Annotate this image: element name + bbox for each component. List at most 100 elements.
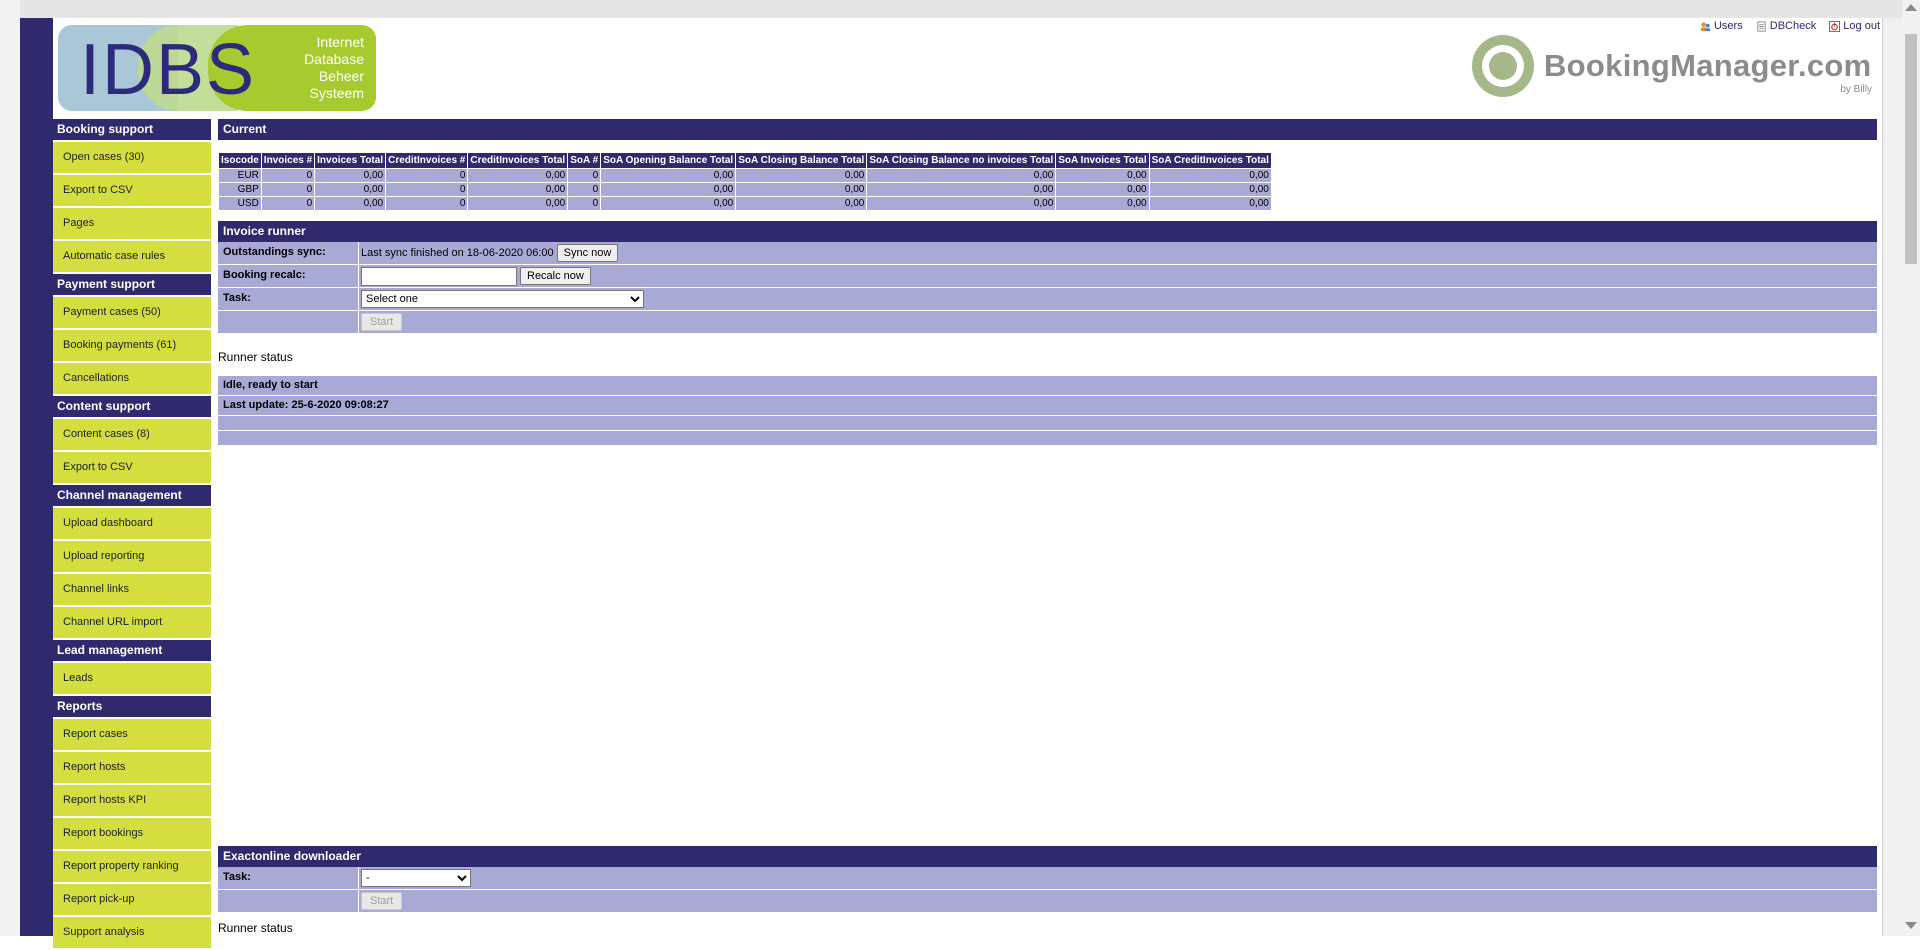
cell-isocode: EUR bbox=[218, 168, 262, 183]
cell: 0,00 bbox=[467, 168, 569, 183]
cell: 0,00 bbox=[735, 196, 868, 211]
booking-recalc-label: Booking recalc: bbox=[218, 265, 359, 287]
booking-recalc-row: Booking recalc: Recalc now bbox=[218, 265, 1877, 288]
page-left-border bbox=[20, 18, 53, 936]
sidebar-item-leads[interactable]: Leads bbox=[53, 663, 211, 694]
sidebar-heading-reports: Reports bbox=[53, 696, 211, 717]
cell: 0 bbox=[567, 168, 602, 183]
bookingmanager-logo: BookingManager.com by Billy bbox=[1472, 35, 1882, 105]
exact-start-button[interactable]: Start bbox=[361, 892, 403, 910]
start-row: Start bbox=[218, 311, 1877, 334]
bookingmanager-emblem-icon bbox=[1472, 35, 1534, 97]
task-row: Task: Select one bbox=[218, 288, 1877, 311]
task-label: Task: bbox=[218, 288, 359, 310]
col-soa-opening-balance: SoA Opening Balance Total bbox=[600, 152, 737, 169]
outstandings-sync-row: Outstandings sync: Last sync finished on… bbox=[218, 242, 1877, 265]
cell: 0,00 bbox=[735, 182, 868, 197]
sidebar-item-report-property-ranking[interactable]: Report property ranking bbox=[53, 851, 211, 882]
sidebar-item-report-pick-up[interactable]: Report pick-up bbox=[53, 884, 211, 915]
sidebar-item-booking-payments[interactable]: Booking payments (61) bbox=[53, 330, 211, 361]
col-creditinvoices-total: CreditInvoices Total bbox=[467, 152, 569, 169]
brand-by: by Billy bbox=[1840, 84, 1872, 95]
cell: 0,00 bbox=[467, 182, 569, 197]
cell: 0 bbox=[385, 196, 469, 211]
sidebar-item-pages[interactable]: Pages bbox=[53, 208, 211, 239]
col-invoices-total: Invoices Total bbox=[314, 152, 387, 169]
col-isocode: Isocode bbox=[218, 152, 262, 169]
sidebar-item-export-csv[interactable]: Export to CSV bbox=[53, 175, 211, 206]
cell: 0,00 bbox=[1055, 182, 1150, 197]
cell: 0,00 bbox=[866, 196, 1057, 211]
sidebar-item-upload-dashboard[interactable]: Upload dashboard bbox=[53, 508, 211, 539]
sidebar-item-upload-reporting[interactable]: Upload reporting bbox=[53, 541, 211, 572]
outstandings-sync-label: Outstandings sync: bbox=[218, 242, 359, 264]
power-icon bbox=[1829, 20, 1841, 32]
sidebar-heading-lead-management: Lead management bbox=[53, 640, 211, 661]
task-select[interactable]: Select one bbox=[361, 290, 644, 308]
sidebar-item-report-cases[interactable]: Report cases bbox=[53, 719, 211, 750]
sidebar: Booking support Open cases (30) Export t… bbox=[53, 119, 211, 950]
dbcheck-link[interactable]: DBCheck bbox=[1756, 20, 1816, 32]
sidebar-item-channel-url-import[interactable]: Channel URL import bbox=[53, 607, 211, 638]
invoice-runner-title: Invoice runner bbox=[218, 221, 1877, 242]
runner-status-title: Runner status bbox=[218, 350, 293, 364]
start-button[interactable]: Start bbox=[361, 313, 403, 331]
col-invoices-count: Invoices # bbox=[260, 152, 316, 169]
sidebar-item-open-cases[interactable]: Open cases (30) bbox=[53, 142, 211, 173]
exactonline-downloader-title: Exactonline downloader bbox=[218, 846, 1877, 867]
logout-link[interactable]: Log out bbox=[1829, 20, 1880, 32]
sidebar-heading-content-support: Content support bbox=[53, 396, 211, 417]
cell: 0,00 bbox=[314, 182, 387, 197]
cell-isocode: GBP bbox=[218, 182, 262, 197]
sidebar-item-payment-cases[interactable]: Payment cases (50) bbox=[53, 297, 211, 328]
idbs-logo[interactable]: IDBS Internet Database Beheer Systeem bbox=[58, 25, 376, 111]
users-link[interactable]: Users bbox=[1700, 20, 1743, 32]
runner-last-update: Last update: 25-6-2020 09:08:27 bbox=[218, 396, 1877, 416]
sidebar-item-content-export-csv[interactable]: Export to CSV bbox=[53, 452, 211, 483]
cell: 0,00 bbox=[1148, 196, 1272, 211]
cell: 0,00 bbox=[1148, 168, 1272, 183]
cell: 0 bbox=[385, 168, 469, 183]
sidebar-item-content-cases[interactable]: Content cases (8) bbox=[53, 419, 211, 450]
cell: 0,00 bbox=[314, 196, 387, 211]
document-icon bbox=[1757, 20, 1766, 32]
top-links: Users DBCheck Log out bbox=[1690, 20, 1880, 35]
sidebar-item-channel-links[interactable]: Channel links bbox=[53, 574, 211, 605]
empty-label bbox=[218, 311, 359, 333]
sidebar-heading-channel-management: Channel management bbox=[53, 485, 211, 506]
cell: 0 bbox=[567, 196, 602, 211]
booking-recalc-input[interactable] bbox=[361, 266, 517, 286]
scroll-down-arrow-icon[interactable] bbox=[1905, 922, 1917, 929]
current-table-header-row: Isocode Invoices # Invoices Total Credit… bbox=[218, 152, 1272, 169]
cell: 0,00 bbox=[600, 168, 737, 183]
exact-runner-status-title: Runner status bbox=[218, 921, 293, 935]
sidebar-item-support-analysis[interactable]: Support analysis bbox=[53, 917, 211, 948]
runner-status-line: Idle, ready to start bbox=[218, 376, 1877, 396]
sidebar-item-report-hosts-kpi[interactable]: Report hosts KPI bbox=[53, 785, 211, 816]
page-right-margin bbox=[1882, 18, 1903, 936]
table-row: GBP 0 0,00 0 0,00 0 0,00 0,00 0,00 0,00 … bbox=[218, 182, 1272, 197]
sync-now-button[interactable]: Sync now bbox=[556, 244, 619, 262]
sidebar-item-report-hosts[interactable]: Report hosts bbox=[53, 752, 211, 783]
brand-name: BookingManager.com bbox=[1544, 48, 1872, 83]
cell: 0 bbox=[385, 182, 469, 197]
sidebar-item-automatic-case-rules[interactable]: Automatic case rules bbox=[53, 241, 211, 272]
cell: 0,00 bbox=[735, 168, 868, 183]
sidebar-heading-booking-support: Booking support bbox=[53, 119, 211, 140]
exact-task-select[interactable]: - bbox=[361, 869, 471, 887]
sidebar-item-cancellations[interactable]: Cancellations bbox=[53, 363, 211, 394]
status-empty-row bbox=[218, 416, 1877, 431]
scrollbar-thumb[interactable] bbox=[1905, 34, 1917, 264]
cell: 0,00 bbox=[467, 196, 569, 211]
recalc-now-button[interactable]: Recalc now bbox=[520, 267, 591, 285]
browser-top-margin bbox=[0, 0, 1920, 18]
logo-tagline: Internet Database Beheer Systeem bbox=[304, 34, 364, 101]
main-content: Current Isocode Invoices # Invoices Tota… bbox=[218, 119, 1877, 947]
empty-label bbox=[218, 890, 359, 912]
scroll-up-arrow-icon[interactable] bbox=[1905, 4, 1917, 11]
last-sync-text: Last sync finished on 18-06-2020 06:00 bbox=[361, 247, 554, 259]
cell: 0,00 bbox=[1148, 182, 1272, 197]
table-row: EUR 0 0,00 0 0,00 0 0,00 0,00 0,00 0,00 … bbox=[218, 168, 1272, 183]
sidebar-item-report-bookings[interactable]: Report bookings bbox=[53, 818, 211, 849]
cell: 0,00 bbox=[1055, 196, 1150, 211]
